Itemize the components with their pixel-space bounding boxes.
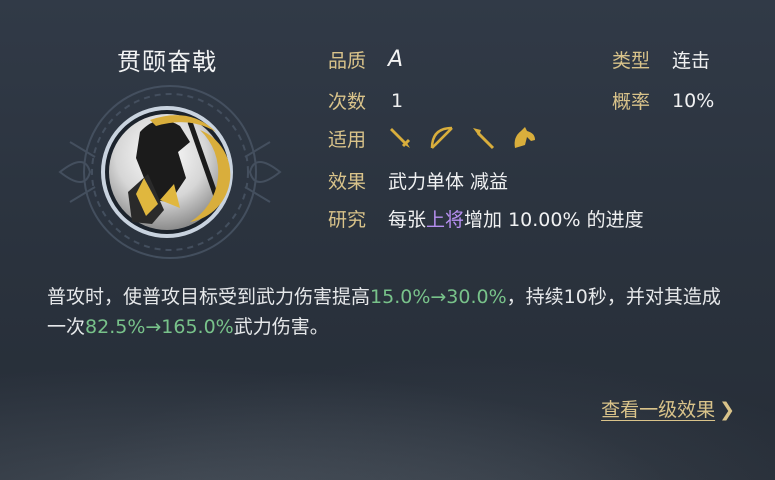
type-label: 类型 xyxy=(612,50,651,72)
research-post: 增加 10.00% 的进度 xyxy=(464,209,644,231)
rate-label: 概率 xyxy=(612,91,651,113)
skill-name: 贯颐奋戟 xyxy=(117,48,217,76)
desc-part-3: 武力伤害。 xyxy=(233,316,329,338)
chevron-right-icon: ❯ xyxy=(719,399,735,421)
count-row: 次数 1 xyxy=(328,87,403,114)
quality-row: 品质 A xyxy=(328,46,403,73)
view-level1-effect-label: 查看一级效果 xyxy=(601,399,716,421)
desc-value-2: 82.5%→165.0% xyxy=(85,316,234,338)
quality-value: A xyxy=(388,47,404,72)
research-row: 研究 每张上将增加 10.00% 的进度 xyxy=(328,205,644,232)
effect-row: 效果 武力单体 减益 xyxy=(328,167,508,194)
research-highlight: 上将 xyxy=(426,209,465,231)
applies-row: 适用 xyxy=(328,123,539,153)
quality-label: 品质 xyxy=(328,50,367,72)
sword-icon xyxy=(386,123,416,153)
desc-value-1: 15.0%→30.0% xyxy=(370,286,507,308)
desc-part-1: 普攻时，使普攻目标受到武力伤害提高 xyxy=(47,286,371,308)
bow-icon xyxy=(427,123,457,153)
applies-label: 适用 xyxy=(328,128,367,151)
type-row: 类型 连击 xyxy=(612,46,710,73)
skill-emblem xyxy=(58,85,282,259)
research-text: 每张上将增加 10.00% 的进度 xyxy=(388,205,644,232)
effect-value: 武力单体 减益 xyxy=(388,171,509,193)
view-level1-effect-link[interactable]: 查看一级效果 ❯ xyxy=(601,395,735,422)
type-value: 连击 xyxy=(672,50,711,72)
research-pre: 每张 xyxy=(388,209,427,231)
effect-label: 效果 xyxy=(328,171,367,193)
rate-value: 10% xyxy=(672,89,715,112)
count-label: 次数 xyxy=(328,91,367,113)
applies-icons xyxy=(386,123,539,153)
horse-icon xyxy=(509,123,539,153)
skill-description: 普攻时，使普攻目标受到武力伤害提高15.0%→30.0%，持续10秒，并对其造成… xyxy=(47,282,737,342)
spear-icon xyxy=(468,123,498,153)
research-label: 研究 xyxy=(328,209,367,231)
rate-row: 概率 10% xyxy=(612,87,714,114)
count-value: 1 xyxy=(391,89,404,112)
